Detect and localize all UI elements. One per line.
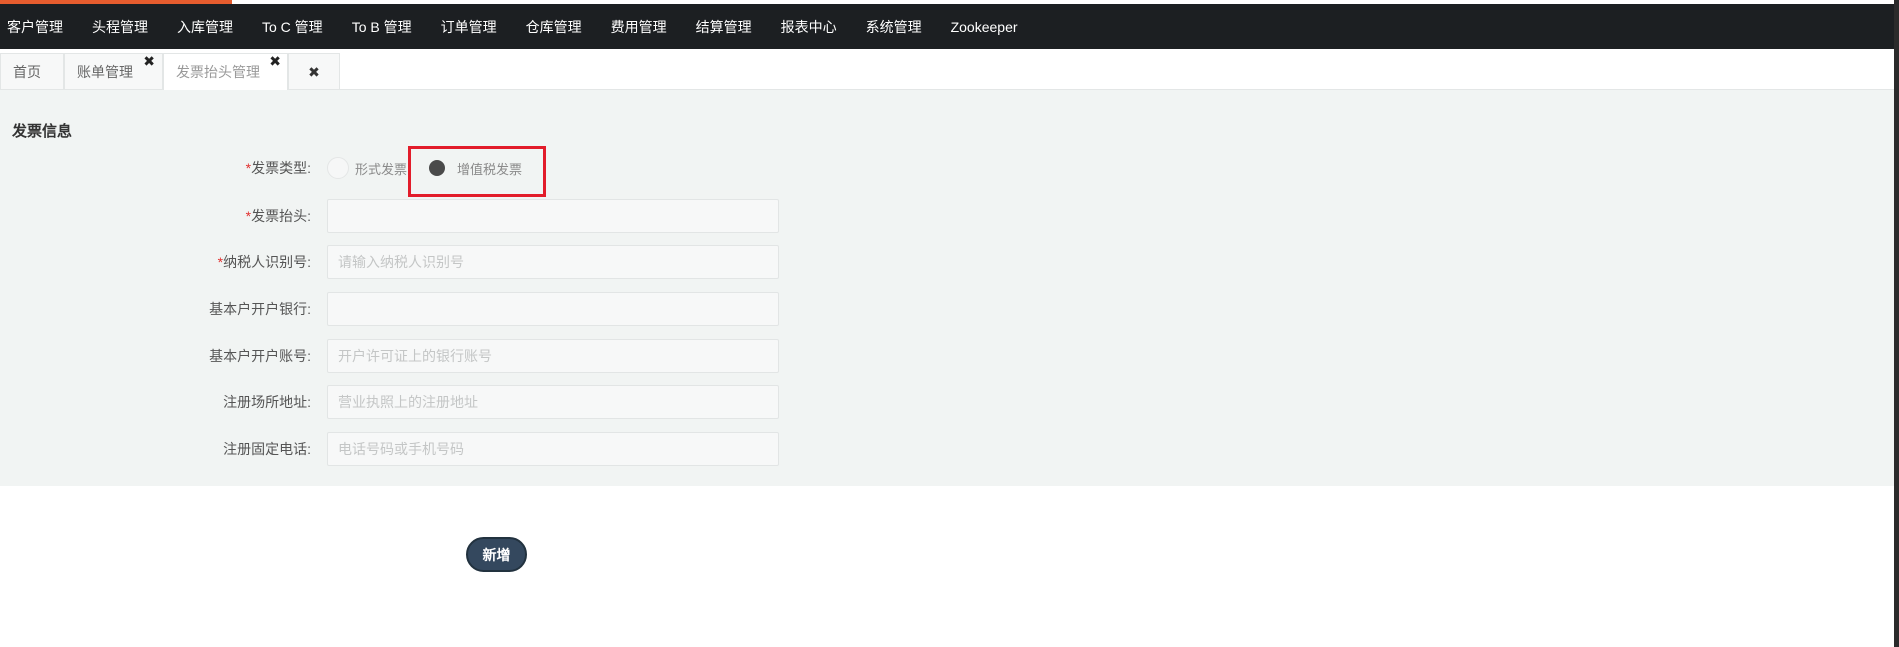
nav-item-warehouse[interactable]: 仓库管理 bbox=[526, 17, 582, 37]
nav-item-settlement[interactable]: 结算管理 bbox=[696, 17, 752, 37]
nav-item-inbound[interactable]: 入库管理 bbox=[177, 17, 233, 37]
tab-invoice-title[interactable]: 发票抬头管理 ✖ bbox=[163, 53, 288, 90]
bank-account-input[interactable] bbox=[327, 339, 779, 373]
top-navigation: 客户管理 头程管理 入库管理 To C 管理 To B 管理 订单管理 仓库管理… bbox=[0, 4, 1894, 49]
radio-label: 形式发票 bbox=[355, 161, 408, 177]
tab-billing[interactable]: 账单管理 ✖ bbox=[64, 53, 163, 89]
bank-account-row: 基本户开户账号: bbox=[0, 339, 800, 373]
address-label: 注册场所地址: bbox=[223, 394, 311, 410]
nav-item-system[interactable]: 系统管理 bbox=[866, 17, 922, 37]
invoice-type-label: *发票类型: bbox=[245, 160, 311, 176]
nav-item-zookeeper[interactable]: Zookeeper bbox=[951, 19, 1018, 35]
invoice-form-panel: 发票信息 *发票类型: 形式发票 增值税发票 *发票抬头: *纳税人识别号: 基… bbox=[0, 90, 1894, 486]
close-all-tabs-icon[interactable]: ✖ bbox=[288, 53, 340, 89]
invoice-type-row: *发票类型: 形式发票 增值税发票 bbox=[0, 151, 800, 185]
bank-name-row: 基本户开户银行: bbox=[0, 292, 800, 326]
close-icon[interactable]: ✖ bbox=[269, 51, 281, 71]
invoice-title-row: *发票抬头: bbox=[0, 199, 800, 233]
nav-item-orders[interactable]: 订单管理 bbox=[441, 17, 497, 37]
highlight-box bbox=[408, 146, 546, 197]
add-button[interactable]: 新增 bbox=[466, 537, 527, 572]
bank-account-label: 基本户开户账号: bbox=[209, 348, 311, 364]
phone-row: 注册固定电话: bbox=[0, 432, 800, 466]
invoice-title-input[interactable] bbox=[327, 199, 779, 233]
nav-item-reports[interactable]: 报表中心 bbox=[781, 17, 837, 37]
taxpayer-id-label: *纳税人识别号: bbox=[217, 254, 311, 270]
phone-input[interactable] bbox=[327, 432, 779, 466]
invoice-title-label: *发票抬头: bbox=[245, 208, 311, 224]
radio-proforma-invoice[interactable]: 形式发票 bbox=[327, 151, 407, 185]
nav-item-to-c[interactable]: To C 管理 bbox=[262, 17, 323, 37]
tab-label: 首页 bbox=[13, 64, 41, 80]
radio-unchecked-icon bbox=[327, 157, 349, 179]
nav-item-first-leg[interactable]: 头程管理 bbox=[92, 17, 148, 37]
taxpayer-id-input[interactable] bbox=[327, 245, 779, 279]
address-row: 注册场所地址: bbox=[0, 385, 800, 419]
nav-item-customer[interactable]: 客户管理 bbox=[7, 17, 63, 37]
phone-label: 注册固定电话: bbox=[223, 441, 311, 457]
tab-label: 发票抬头管理 bbox=[176, 64, 260, 80]
window-edge bbox=[1894, 0, 1899, 647]
tab-home[interactable]: 首页 bbox=[0, 53, 64, 89]
close-icon[interactable]: ✖ bbox=[143, 51, 155, 71]
section-title: 发票信息 bbox=[12, 123, 73, 140]
nav-item-to-b[interactable]: To B 管理 bbox=[352, 17, 412, 37]
taxpayer-id-row: *纳税人识别号: bbox=[0, 245, 800, 279]
tab-bar: 首页 账单管理 ✖ 发票抬头管理 ✖ ✖ bbox=[0, 49, 1894, 90]
tab-label: 账单管理 bbox=[77, 64, 133, 80]
bank-name-label: 基本户开户银行: bbox=[209, 301, 311, 317]
bank-name-input[interactable] bbox=[327, 292, 779, 326]
address-input[interactable] bbox=[327, 385, 779, 419]
nav-item-fees[interactable]: 费用管理 bbox=[611, 17, 667, 37]
